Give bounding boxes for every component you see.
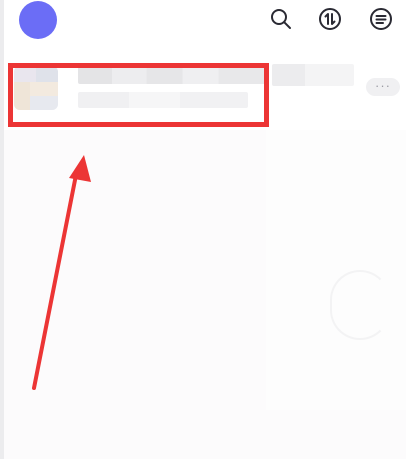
blurred-background [266, 130, 406, 410]
avatar[interactable] [19, 1, 57, 39]
more-button[interactable]: ··· [366, 78, 400, 96]
annotation-highlight-box [8, 63, 269, 127]
menu-icon[interactable] [369, 7, 393, 31]
chat-name-blur [272, 64, 354, 86]
transfer-icon[interactable] [318, 7, 342, 31]
blurred-background-glyph [330, 270, 390, 340]
search-icon[interactable] [269, 7, 293, 31]
top-bar [0, 0, 406, 44]
